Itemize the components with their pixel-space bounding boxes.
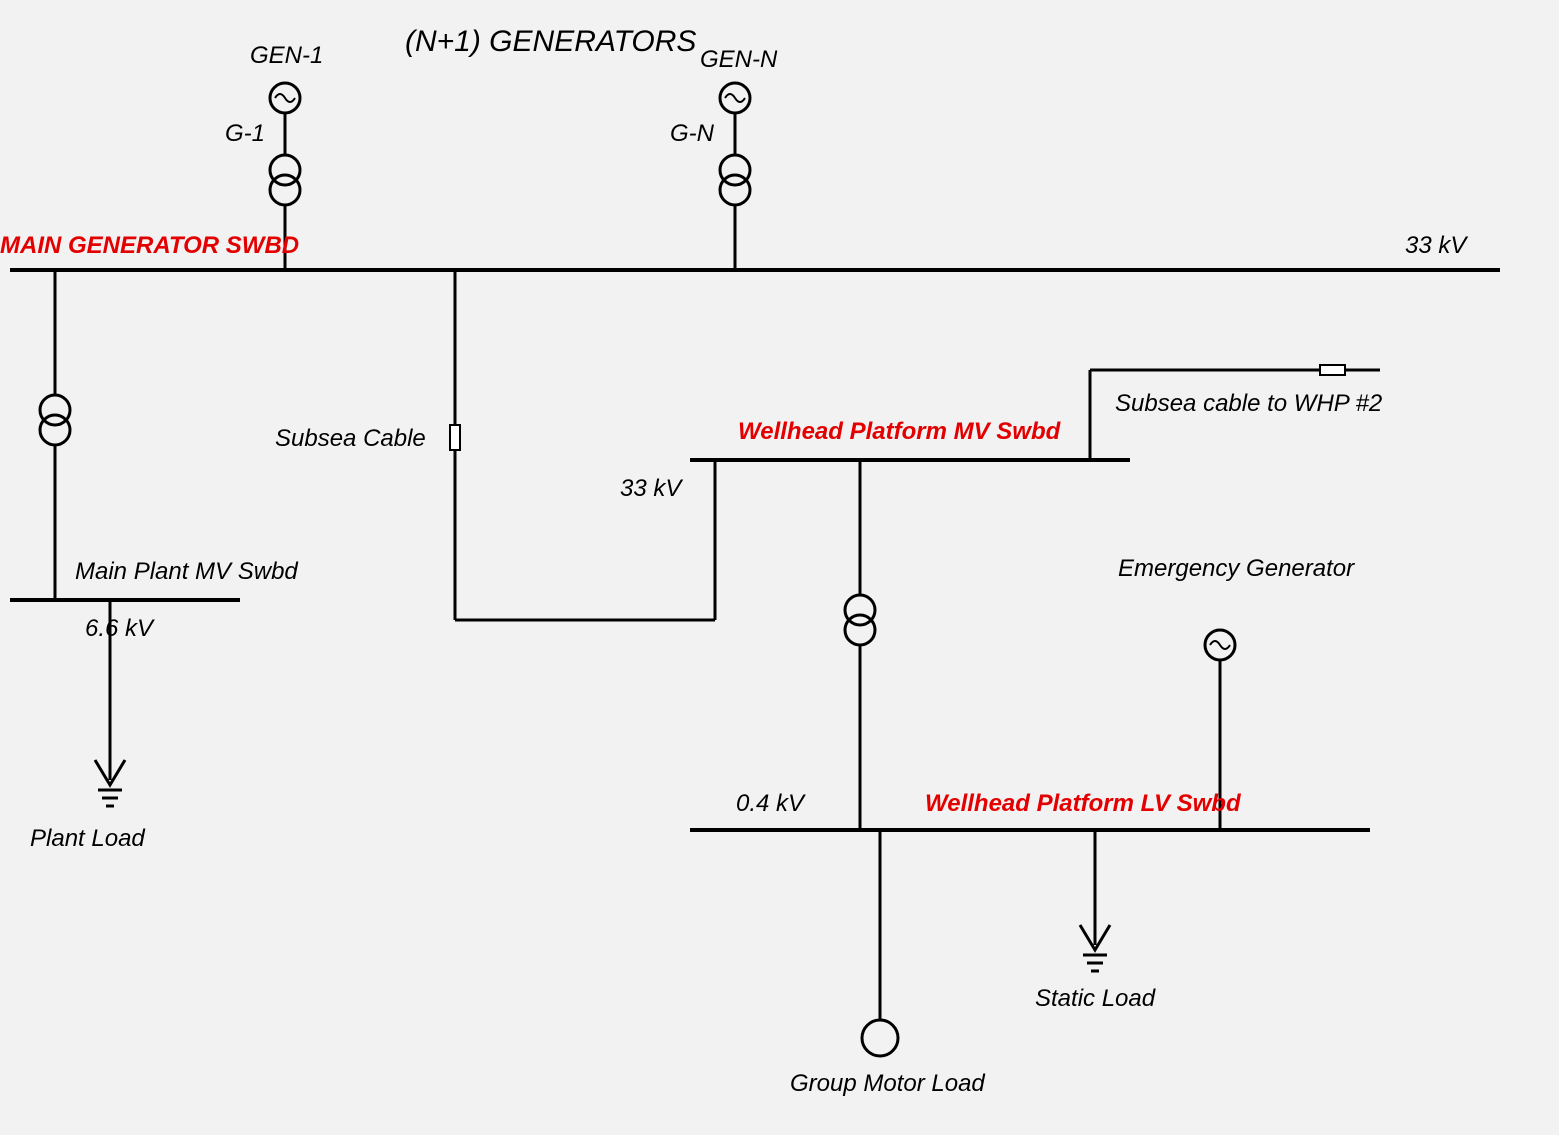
bus33-voltage: 33 kV — [1405, 232, 1466, 260]
main-swbd-label: MAIN GENERATOR SWBD — [0, 232, 299, 260]
main-mv-label: Main Plant MV Swbd — [75, 558, 298, 586]
gen1-label: GEN-1 — [250, 42, 323, 70]
main-mv-voltage: 6.6 kV — [85, 615, 153, 643]
transformer-icon — [845, 615, 875, 645]
transformer-icon — [270, 175, 300, 205]
single-line-diagram: (N+1) GENERATORS GEN-1 G-1 GEN-N G-N MAI… — [0, 0, 1559, 1135]
whp-mv-voltage: 33 kV — [620, 475, 681, 503]
group-motor-label: Group Motor Load — [790, 1070, 985, 1098]
transformer-icon — [40, 415, 70, 445]
whp-mv-label: Wellhead Platform MV Swbd — [738, 418, 1060, 446]
sine-icon — [725, 94, 745, 102]
static-load-label: Static Load — [1035, 985, 1155, 1013]
motor-icon — [862, 1020, 898, 1056]
diagram-title: (N+1) GENERATORS — [405, 25, 696, 59]
subsea-cable-label: Subsea Cable — [275, 425, 426, 453]
genN-label: GEN-N — [700, 46, 777, 74]
sine-icon — [275, 94, 295, 102]
emergency-gen-label: Emergency Generator — [1118, 555, 1354, 583]
sine-icon — [1210, 641, 1230, 649]
genN-id: G-N — [670, 120, 714, 148]
plant-load-label: Plant Load — [30, 825, 145, 853]
whp-lv-label: Wellhead Platform LV Swbd — [925, 790, 1241, 818]
whp-lv-voltage: 0.4 kV — [736, 790, 804, 818]
fuse-icon — [450, 425, 460, 450]
gen1-id: G-1 — [225, 120, 265, 148]
fuse-icon — [1320, 365, 1345, 375]
transformer-icon — [720, 175, 750, 205]
subsea-whp2-label: Subsea cable to WHP #2 — [1115, 390, 1382, 418]
